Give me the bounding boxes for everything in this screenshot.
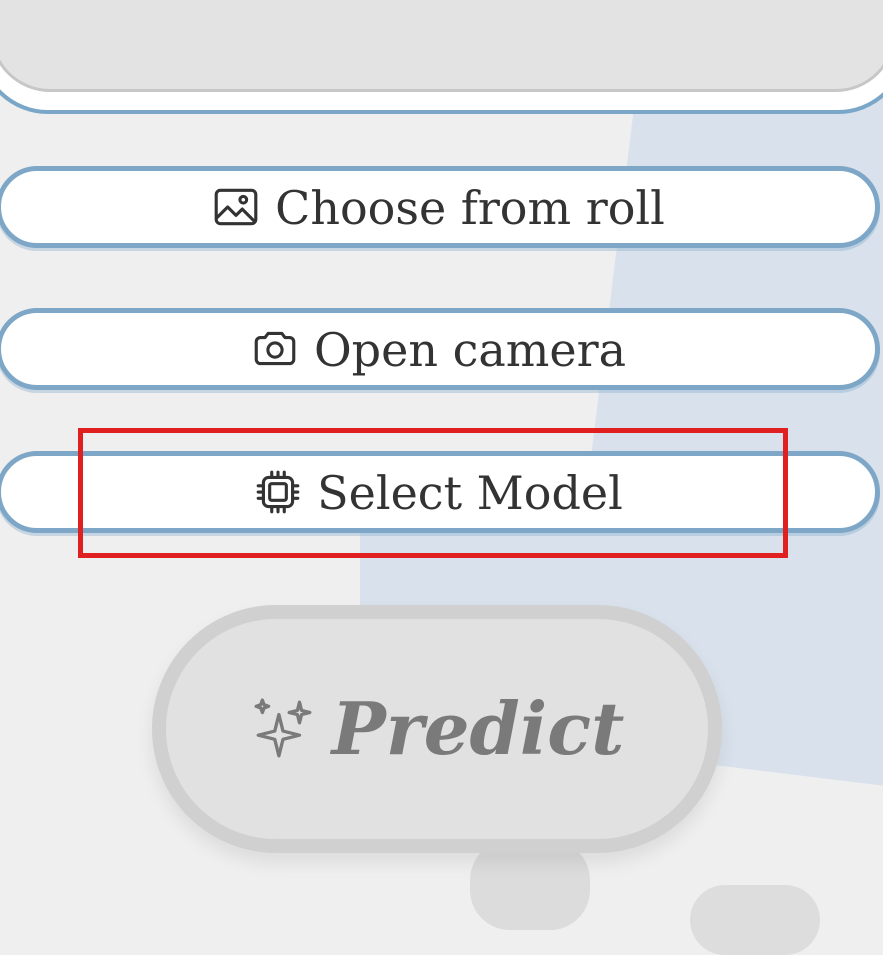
background-shape — [690, 885, 820, 955]
predict-button[interactable]: Predict — [152, 605, 722, 853]
image-preview-frame — [0, 0, 883, 114]
camera-icon — [250, 324, 300, 374]
choose-from-roll-label: Choose from roll — [275, 181, 665, 235]
choose-from-roll-button[interactable]: Choose from roll — [0, 166, 880, 248]
open-camera-button[interactable]: Open camera — [0, 308, 880, 390]
chip-icon — [253, 467, 303, 517]
predict-label: Predict — [331, 686, 625, 771]
image-icon — [211, 182, 261, 232]
sparkles-icon — [250, 696, 316, 762]
select-model-button[interactable]: Select Model — [0, 451, 880, 533]
select-model-label: Select Model — [317, 466, 623, 520]
background-shape — [470, 840, 590, 930]
open-camera-label: Open camera — [313, 323, 627, 377]
image-preview-area — [0, 0, 883, 92]
